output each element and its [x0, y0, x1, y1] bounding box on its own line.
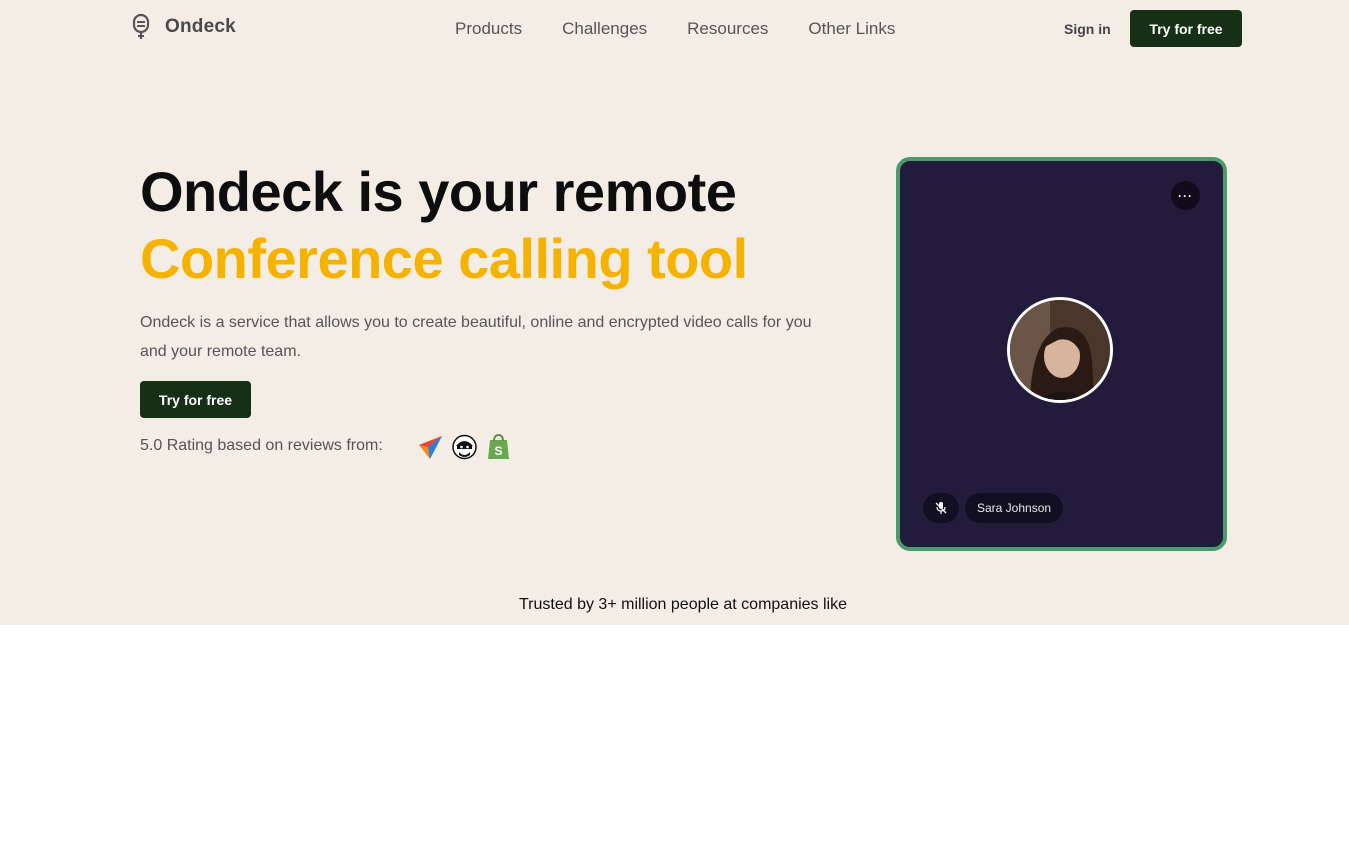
hero-section: Ondeck Products Challenges Resources Oth… — [0, 0, 1349, 625]
video-call-card: ··· Sara Johnson — [896, 157, 1227, 551]
svg-text:S: S — [494, 444, 502, 458]
nav-links: Products Challenges Resources Other Link… — [455, 19, 895, 39]
hero-try-free-button[interactable]: Try for free — [140, 381, 251, 418]
trusted-by-text: Trusted by 3+ million people at companie… — [518, 596, 848, 613]
nav-link-products[interactable]: Products — [455, 19, 522, 39]
shopify-bag-icon: S — [486, 433, 511, 461]
hero-title-line1: Ondeck is your remote — [140, 160, 737, 223]
hero-description: Ondeck is a service that allows you to c… — [140, 314, 812, 360]
top-nav: Ondeck Products Challenges Resources Oth… — [0, 0, 1349, 58]
nav-try-free-button[interactable]: Try for free — [1130, 10, 1242, 47]
ninja-mascot-icon — [452, 433, 477, 461]
paper-plane-icon — [418, 433, 443, 461]
participant-avatar — [1007, 297, 1113, 403]
participant-name-tag: Sara Johnson — [965, 493, 1064, 523]
nav-link-challenges[interactable]: Challenges — [562, 19, 647, 39]
microphone-logo-icon — [132, 13, 150, 39]
hero-title-line2: Conference calling tool — [140, 227, 748, 290]
mic-muted-button[interactable] — [923, 493, 959, 523]
sign-in-link[interactable]: Sign in — [1064, 21, 1111, 37]
nav-link-resources[interactable]: Resources — [687, 19, 768, 39]
logo[interactable]: Ondeck — [129, 13, 236, 41]
brand-name: Ondeck — [165, 16, 236, 37]
nav-link-other-links[interactable]: Other Links — [808, 19, 895, 39]
mic-off-icon — [935, 502, 947, 514]
rating-text: 5.0 Rating based on reviews from: — [140, 437, 383, 454]
review-brand-icons: S — [418, 433, 511, 461]
more-options-button[interactable]: ··· — [1171, 181, 1200, 210]
